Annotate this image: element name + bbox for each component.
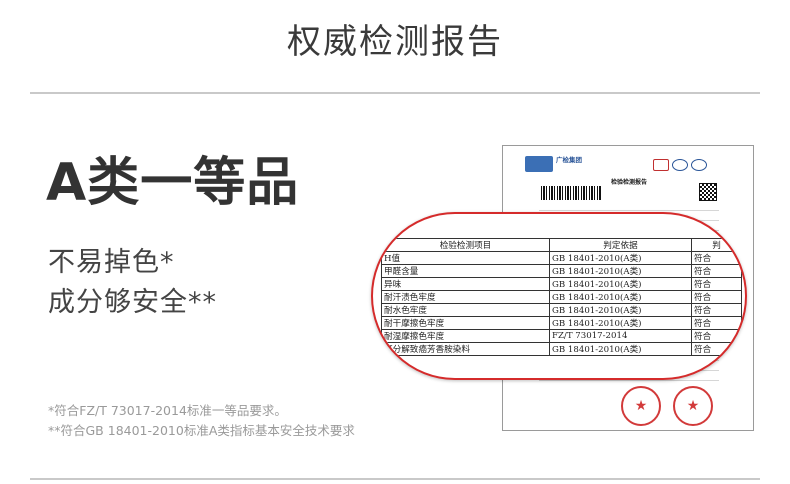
footnote-standard-2: **符合GB 18401-2010标准A类指标基本安全技术要求 xyxy=(48,423,355,438)
row-basis: FZ/T 73017-2014 xyxy=(549,329,692,343)
table-header-row: 检验检测项目 判定依据 判 xyxy=(381,238,742,252)
row-item: 甲醛含量 xyxy=(381,264,550,278)
cnas-mark-icon xyxy=(691,159,707,171)
table-row: 可分解致癌芳香胺染料 GB 18401-2010(A类) 符合 xyxy=(381,342,742,356)
row-basis: GB 18401-2010(A类) xyxy=(549,290,692,304)
row-basis: GB 18401-2010(A类) xyxy=(549,251,692,265)
row-item: 耐干摩擦色牢度 xyxy=(381,316,550,330)
official-seal-icon: ★ xyxy=(621,386,661,426)
row-basis: GB 18401-2010(A类) xyxy=(549,303,692,317)
footnote-standard-1: *符合FZ/T 73017-2014标准一等品要求。 xyxy=(48,403,287,418)
certification-marks xyxy=(653,156,713,171)
header-basis: 判定依据 xyxy=(549,238,692,252)
ilac-mark-icon xyxy=(672,159,688,171)
safety-claim: 成分够安全** xyxy=(48,287,217,318)
qr-code-icon xyxy=(699,183,717,201)
table-row: 耐汗渍色牢度 GB 18401-2010(A类) 符合 xyxy=(381,290,742,304)
page-title: 权威检测报告 xyxy=(287,22,503,62)
table-row: 甲醛含量 GB 18401-2010(A类) 符合 xyxy=(381,264,742,278)
lab-logo-icon xyxy=(525,156,553,172)
row-result: 符合 xyxy=(691,290,742,304)
table-row: 耐水色牢度 GB 18401-2010(A类) 符合 xyxy=(381,303,742,317)
row-result: 符合 xyxy=(691,277,742,291)
row-item: 异味 xyxy=(381,277,550,291)
row-item: 耐湿摩擦色牢度 xyxy=(381,329,550,343)
row-result: 符合 xyxy=(691,264,742,278)
header-item: 检验检测项目 xyxy=(381,238,550,252)
table-row: H值 GB 18401-2010(A类) 符合 xyxy=(381,251,742,265)
cma-mark-icon xyxy=(653,159,669,171)
row-basis: GB 18401-2010(A类) xyxy=(549,264,692,278)
row-basis: GB 18401-2010(A类) xyxy=(549,316,692,330)
results-magnifier: 检验检测项目 判定依据 判 H值 GB 18401-2010(A类) 符合 甲醛… xyxy=(371,212,747,380)
lab-brand: 广检集团 xyxy=(556,156,582,164)
barcode-icon xyxy=(541,186,601,200)
row-item: H值 xyxy=(381,251,550,265)
row-result: 符合 xyxy=(691,316,742,330)
row-result: 符合 xyxy=(691,342,742,356)
inspection-seal-icon: ★ xyxy=(673,386,713,426)
header-result: 判 xyxy=(691,238,742,252)
row-item: 可分解致癌芳香胺染料 xyxy=(381,342,550,356)
table-row: 异味 GB 18401-2010(A类) 符合 xyxy=(381,277,742,291)
row-item: 耐水色牢度 xyxy=(381,303,550,317)
row-basis: GB 18401-2010(A类) xyxy=(549,342,692,356)
row-result: 符合 xyxy=(691,251,742,265)
grade-headline: A类一等品 xyxy=(46,153,300,213)
row-result: 符合 xyxy=(691,303,742,317)
bottom-divider xyxy=(30,478,760,480)
row-result: 符合 xyxy=(691,329,742,343)
table-row: 耐干摩擦色牢度 GB 18401-2010(A类) 符合 xyxy=(381,316,742,330)
colorfast-claim: 不易掉色* xyxy=(48,247,175,278)
row-item: 耐汗渍色牢度 xyxy=(381,290,550,304)
top-divider xyxy=(30,92,760,94)
report-heading: 检验检测报告 xyxy=(610,179,647,186)
row-basis: GB 18401-2010(A类) xyxy=(549,277,692,291)
table-row: 耐湿摩擦色牢度 FZ/T 73017-2014 符合 xyxy=(381,329,742,343)
test-results-table: 检验检测项目 判定依据 判 H值 GB 18401-2010(A类) 符合 甲醛… xyxy=(381,238,742,356)
